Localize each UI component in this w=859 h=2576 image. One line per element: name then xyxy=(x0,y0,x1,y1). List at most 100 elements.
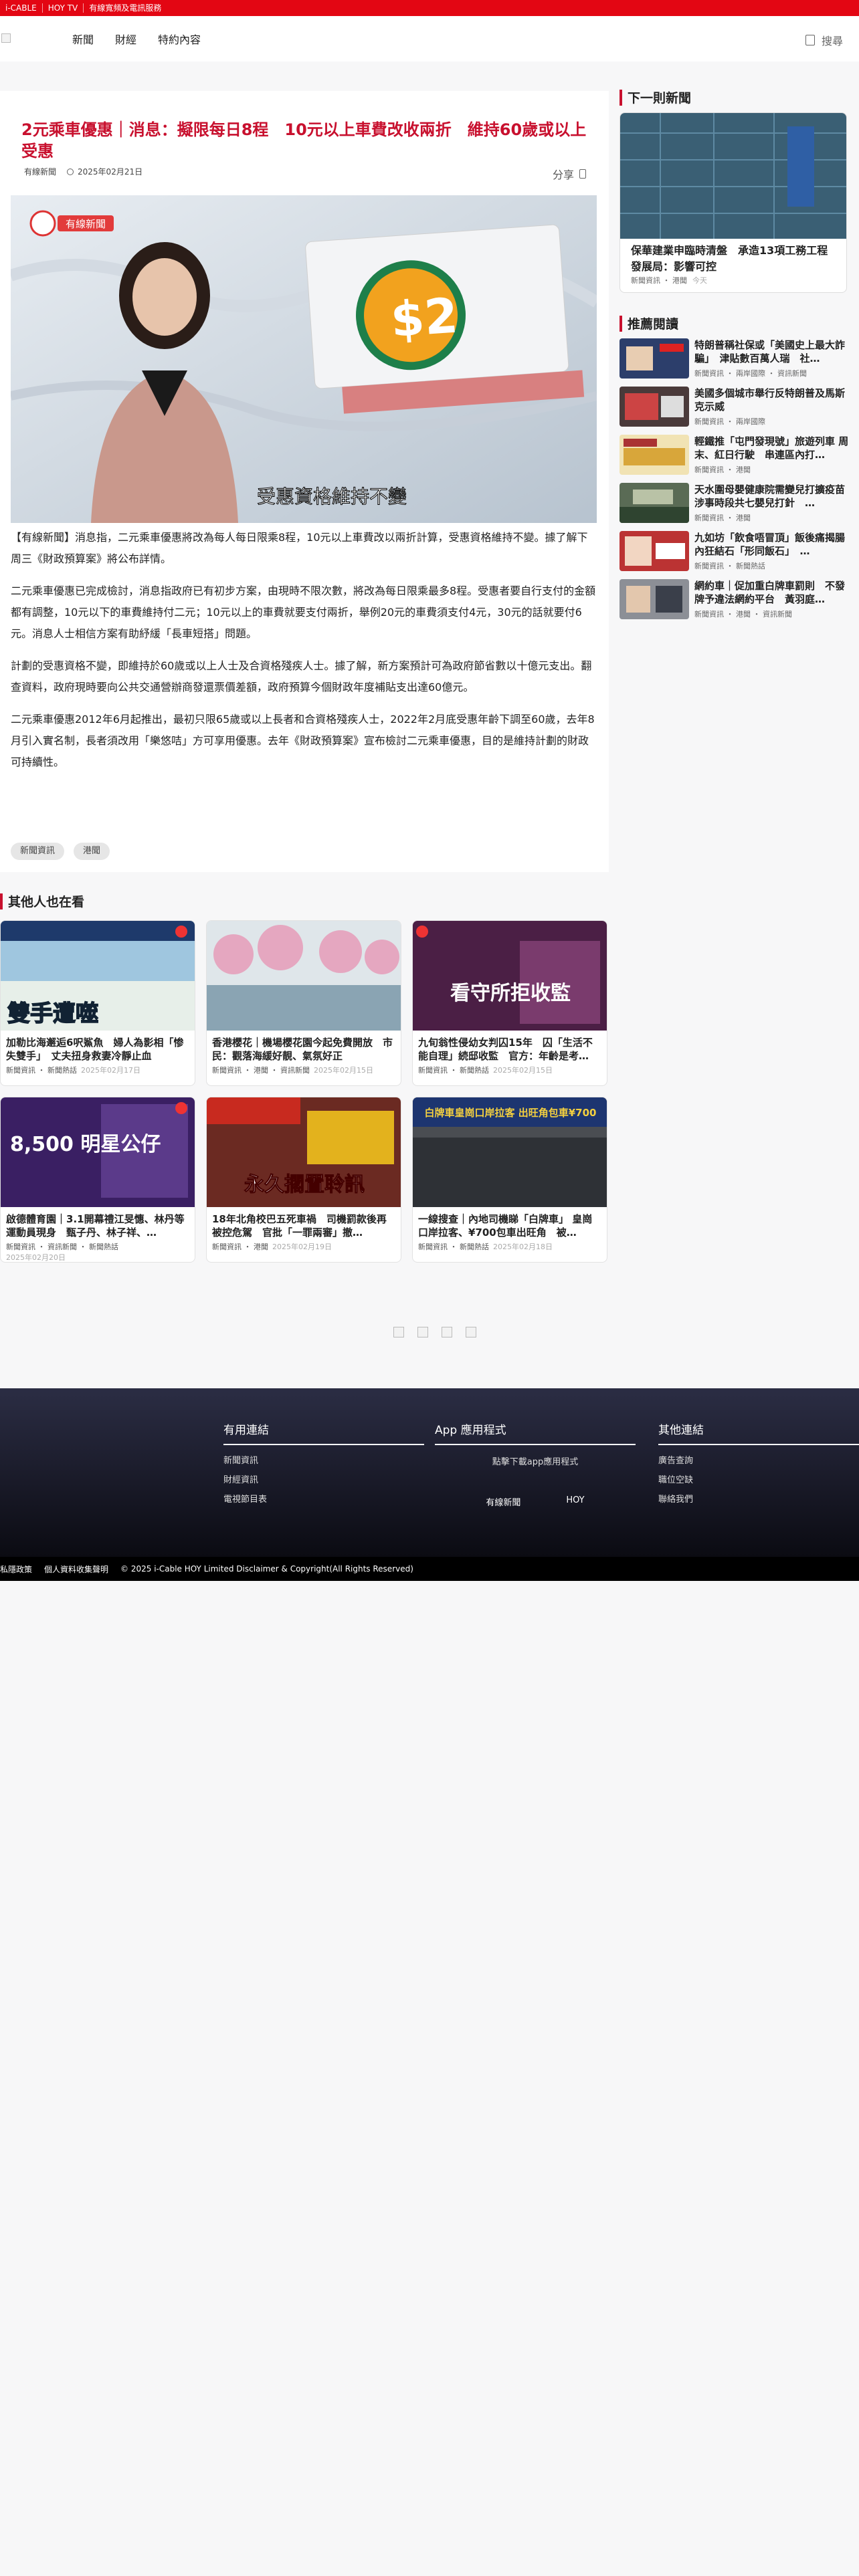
nav-finance[interactable]: 財經 xyxy=(115,31,136,47)
recommended-item[interactable]: 輕鐵推「屯門發現號」旅遊列車 周末、紅日行駛 串連區內打… 新聞資訊 ・ 港聞 xyxy=(619,435,850,483)
others-card-image: 白牌車皇崗口岸拉客 出旺角包車¥700 xyxy=(413,1097,607,1207)
recommended-item-meta: 新聞資訊 ・ 港聞 xyxy=(694,514,751,522)
others-card-title: 九旬翁性侵幼女判囚15年 囚「生活不能自理」続邸收監 官方：年齡是考… xyxy=(418,1037,593,1062)
site-logo[interactable] xyxy=(0,25,40,52)
recommended-title: 推薦閱讀 xyxy=(628,317,679,332)
article-paragraph: 計劃的受惠資格不變，即維持於60歲或以上人士及合資格殘疾人士。據了解，新方案預計… xyxy=(11,659,592,693)
recommended-item[interactable]: 九如坊「飲食唔冒頂」飯後痛揭腸內狂結石「形同飯石」 … 新聞資訊 ・ 新聞熱話 xyxy=(619,531,850,579)
next-news-cats: 新聞資訊 ・ 港聞 xyxy=(631,276,687,285)
tag-local[interactable]: 港聞 xyxy=(74,843,110,860)
recommended-thumb xyxy=(619,531,689,571)
recommended-item[interactable]: 美國多個城市舉行反特朗普及馬斯克示威 新聞資訊 ・ 兩岸國際 xyxy=(619,387,850,435)
main-header: 新聞 財經 特約內容 搜尋 xyxy=(0,16,859,62)
article-body: 【有線新聞】消息指，二元乘車優惠將改為每人每日限乘8程，10元以上車費改以兩折計… xyxy=(11,527,597,784)
footer-link[interactable]: 聯絡我們 xyxy=(658,1492,859,1505)
footer-link[interactable]: 電視節目表 xyxy=(223,1492,424,1505)
others-card[interactable]: 香港櫻花｜機場櫻花園今起免費開放 市民：觀落海緩好靚、氣氛好正 新聞資訊 ・ 港… xyxy=(206,920,401,1086)
others-card-date: 2025年02月20日 xyxy=(6,1253,66,1262)
footer-link[interactable]: 新聞資訊 xyxy=(223,1453,424,1466)
broadband-link[interactable]: 有線寬頻及電訊服務 xyxy=(84,3,167,13)
hoytv-link[interactable]: HOY TV xyxy=(43,3,84,13)
footer-app-heading: App 應用程式 xyxy=(435,1420,636,1445)
svg-text:$2: $2 xyxy=(389,287,460,348)
footer-link[interactable]: 廣告查詢 xyxy=(658,1453,859,1466)
others-card-title: 啟德體育園｜3.1開幕禮江旻憓、林丹等運動員現身 甄子丹、林子祥、… xyxy=(6,1213,185,1239)
others-card-cats: 新聞資訊 ・ 新聞熱話 xyxy=(418,1243,489,1251)
icable-link[interactable]: i-CABLE xyxy=(0,3,43,13)
next-news-card-meta: 新聞資訊 ・ 港聞 今天 xyxy=(620,275,846,286)
recommended-item-meta: 新聞資訊 ・ 港聞 ・ 資訊新聞 xyxy=(694,610,792,619)
next-news-heading: 下一則新聞 xyxy=(619,88,691,106)
others-card[interactable]: 永久擱置聆訊 18年北角校巴五死車禍 司機罰款後再被控危駕 官批「一罪兩審」撤…… xyxy=(206,1097,401,1263)
others-card-meta: 新聞資訊 ・ 港聞 2025年02月19日 xyxy=(207,1239,401,1253)
others-card-image-text: 永久擱置聆訊 xyxy=(244,1173,365,1196)
recommended-thumb xyxy=(619,338,689,379)
others-card[interactable]: 看守所拒收監 九旬翁性侵幼女判囚15年 囚「生活不能自理」続邸收監 官方：年齡是… xyxy=(412,920,607,1086)
others-card-image xyxy=(207,921,401,1031)
others-title: 其他人也在看 xyxy=(8,895,85,909)
footer-link[interactable]: 財經資訊 xyxy=(223,1473,424,1485)
recommended-item-meta: 新聞資訊 ・ 新聞熱話 xyxy=(694,562,765,570)
broken-image-icon[interactable] xyxy=(466,1327,476,1337)
recommended-list: 特朗普稱社保或「美國史上最大詐騙」 津貼數百萬人瑞 社… 新聞資訊 ・ 兩岸國際 … xyxy=(619,338,850,627)
broken-image-icon[interactable] xyxy=(417,1327,428,1337)
others-card-meta: 新聞資訊 ・ 新聞熱話 2025年02月18日 xyxy=(413,1239,607,1253)
article-paragraph: 【有線新聞】消息指，二元乘車優惠將改為每人每日限乘8程，10元以上車費改以兩折計… xyxy=(11,531,588,565)
next-news-card[interactable]: 保華建業申臨時清盤 承造13項工務工程 發展局：影響可控 新聞資訊 ・ 港聞 今天 xyxy=(619,112,847,293)
broken-image-icon[interactable] xyxy=(393,1327,404,1337)
nav-news[interactable]: 新聞 xyxy=(72,31,94,47)
recommended-thumb xyxy=(619,387,689,427)
article-hero-image: 有線新聞 $2 受惠資格維持不變 xyxy=(11,195,597,523)
footer-app: App 應用程式 點擊下載app應用程式 有線新聞 HOY xyxy=(435,1420,636,1508)
heading-accent xyxy=(619,89,622,106)
recommended-item-meta: 新聞資訊 ・ 兩岸國際 xyxy=(694,417,765,426)
others-card-date: 2025年02月15日 xyxy=(493,1066,553,1075)
clock-icon xyxy=(67,168,74,175)
others-card[interactable]: 8,500 明星公仔 啟德體育園｜3.1開幕禮江旻憓、林丹等運動員現身 甄子丹、… xyxy=(0,1097,195,1263)
broken-image-icon[interactable] xyxy=(442,1327,452,1337)
others-card-date: 2025年02月17日 xyxy=(81,1066,140,1075)
others-card-title: 加勒比海邂逅6呎鯊魚 婦人為影相「惨失雙手」 丈夫扭身救妻冷靜止血 xyxy=(6,1037,184,1062)
top-strip: i-CABLE HOY TV 有線寬頻及電訊服務 xyxy=(0,0,859,16)
search-button[interactable]: 搜尋 xyxy=(805,32,843,48)
others-card-title: 香港櫻花｜機場櫻花園今起免費開放 市民：觀落海緩好靚、氣氛好正 xyxy=(212,1037,393,1062)
others-card-image: 看守所拒收監 xyxy=(413,921,607,1031)
recommended-item[interactable]: 網約車｜促加重白牌車罰則 不發牌予違法網約平台 黃羽庭… 新聞資訊 ・ 港聞 ・ … xyxy=(619,579,850,627)
others-card-meta: 新聞資訊 ・ 新聞熱話 2025年02月17日 xyxy=(1,1063,195,1076)
others-card[interactable]: 雙手遭噬 加勒比海邂逅6呎鯊魚 婦人為影相「惨失雙手」 丈夫扭身救妻冷靜止血 新… xyxy=(0,920,195,1086)
others-card-meta: 新聞資訊 ・ 新聞熱話 2025年02月15日 xyxy=(413,1063,607,1076)
main-nav: 新聞 財經 特約內容 xyxy=(72,31,222,47)
footer-app-list: 有線新聞 HOY xyxy=(435,1495,636,1508)
recommended-item[interactable]: 特朗普稱社保或「美國史上最大詐騙」 津貼數百萬人瑞 社… 新聞資訊 ・ 兩岸國際 … xyxy=(619,338,850,387)
footer-useful-links: 有用連結 新聞資訊 財經資訊 電視節目表 xyxy=(223,1420,424,1505)
recommended-item-title: 特朗普稱社保或「美國史上最大詐騙」 津貼數百萬人瑞 社… xyxy=(694,339,846,364)
others-card-image: 永久擱置聆訊 xyxy=(207,1097,401,1207)
share-button[interactable]: 分享 xyxy=(553,166,586,182)
personal-data-link[interactable]: 個人資料收集聲明 xyxy=(44,1564,108,1575)
recommended-heading: 推薦閱讀 xyxy=(619,314,678,332)
app-hoy[interactable]: HOY xyxy=(566,1495,584,1508)
others-card-image-text: 白牌車皇崗口岸拉客 出旺角包車¥700 xyxy=(425,1107,597,1119)
recommended-item[interactable]: 天水圍母嬰健康院需變兒打擴疫苗 涉事時段共七嬰兒打針 … 新聞資訊 ・ 港聞 xyxy=(619,483,850,531)
footer-link[interactable]: 職位空缺 xyxy=(658,1473,859,1485)
others-card-cats: 新聞資訊 ・ 新聞熱話 xyxy=(6,1066,77,1075)
privacy-link[interactable]: 私隱政策 xyxy=(0,1564,32,1575)
recommended-thumb xyxy=(619,483,689,523)
article-meta: 有線新聞 2025年02月21日 xyxy=(24,166,142,177)
footer-app-subtitle: 點擊下載app應用程式 xyxy=(492,1457,579,1467)
heading-accent xyxy=(619,315,622,332)
article-date: 2025年02月21日 xyxy=(78,167,143,177)
search-icon xyxy=(805,35,815,45)
tag-news[interactable]: 新聞資訊 xyxy=(11,843,65,860)
others-card-cats: 新聞資訊 ・ 新聞熱話 xyxy=(418,1066,489,1075)
others-card-cats: 新聞資訊 ・ 港聞 ・ 資訊新聞 xyxy=(212,1066,310,1075)
nav-special[interactable]: 特約內容 xyxy=(158,31,201,47)
article-paragraph: 二元乘車優惠2012年6月起推出，最初只限65歲或以上長者和合資格殘疾人士，20… xyxy=(11,713,595,768)
others-card[interactable]: 白牌車皇崗口岸拉客 出旺角包車¥700 一線搜查｜內地司機睇「白牌車」 皇崗口岸… xyxy=(412,1097,607,1263)
search-label: 搜尋 xyxy=(821,35,843,47)
hero-logo-text: 有線新聞 xyxy=(66,218,106,230)
app-cable-news[interactable]: 有線新聞 xyxy=(486,1495,520,1508)
article-paragraph: 二元乘車優惠已完成檢討，消息指政府已有初步方案，由現時不限次數，將改為每日限乘最… xyxy=(11,584,596,640)
recommended-item-title: 九如坊「飲食唔冒頂」飯後痛揭腸內狂結石「形同飯石」 … xyxy=(694,532,846,557)
others-card-cats: 新聞資訊 ・ 港聞 xyxy=(212,1243,268,1251)
